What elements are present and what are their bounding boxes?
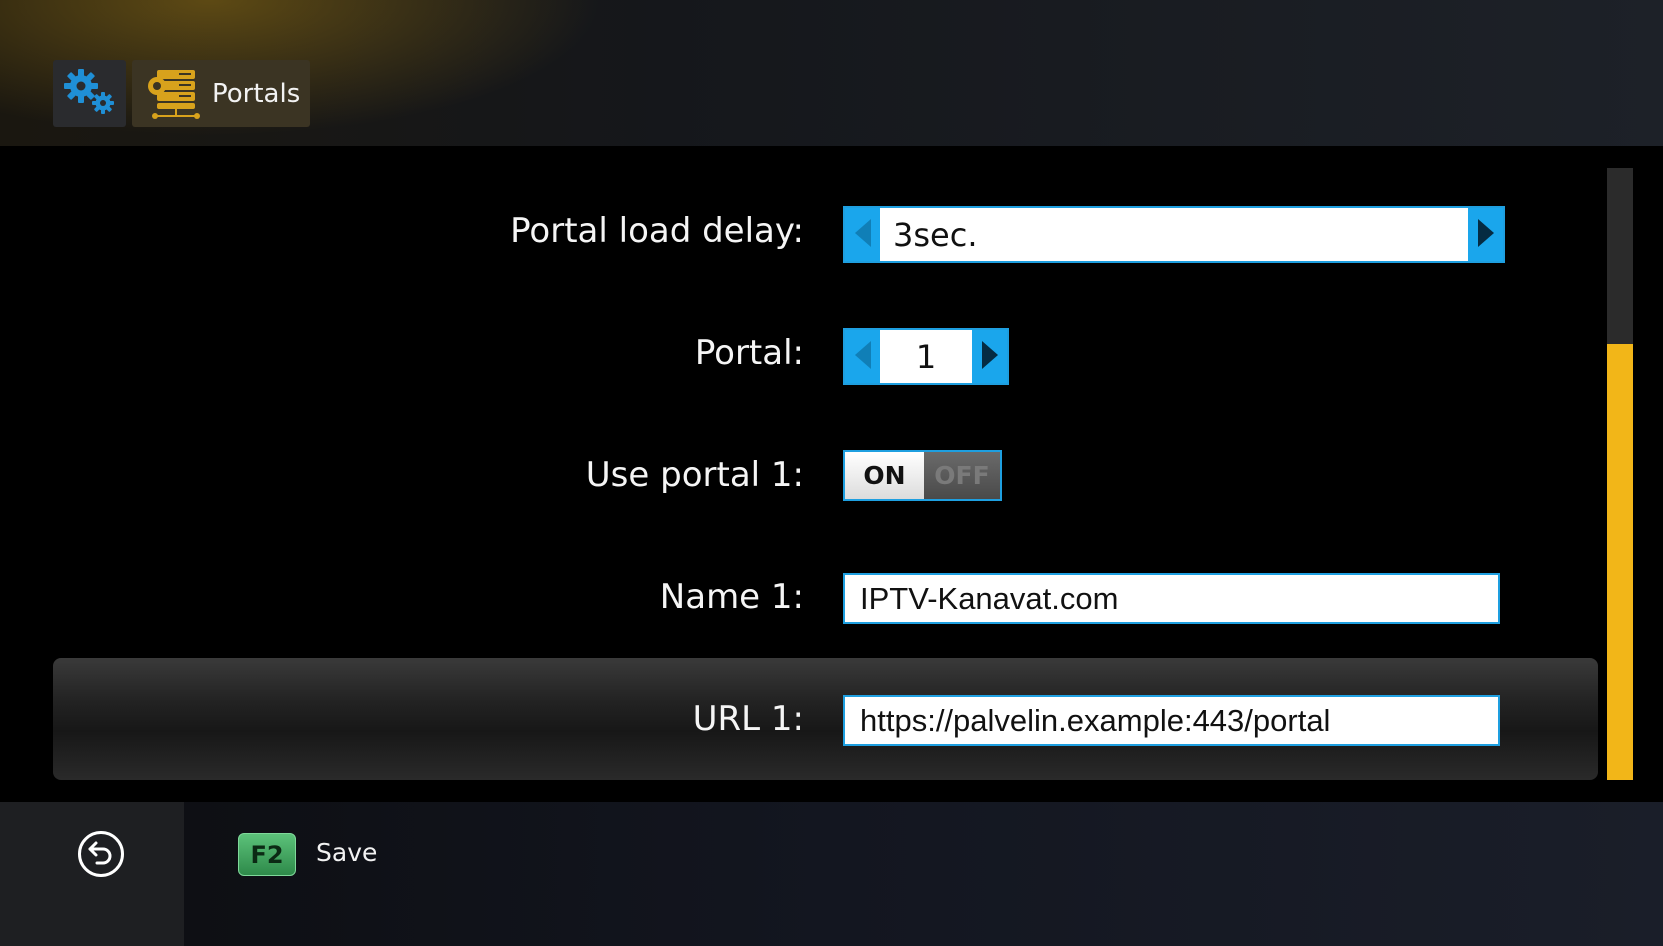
portal-spinner[interactable]: 1 (843, 328, 1009, 385)
arrow-left-icon (854, 218, 871, 251)
page-title: Portals (212, 78, 301, 109)
use-portal-toggle[interactable]: ON OFF (843, 450, 1002, 501)
portal-label: Portal: (694, 333, 804, 373)
breadcrumb-portals[interactable]: Portals (132, 60, 310, 127)
load-delay-decrease[interactable] (845, 208, 880, 261)
portal-decrease[interactable] (845, 330, 880, 383)
name-label: Name 1: (659, 577, 804, 617)
server-rack-icon (144, 68, 202, 120)
gears-icon (61, 66, 119, 122)
save-label[interactable]: Save (316, 838, 377, 867)
f2-key-badge[interactable]: F2 (238, 833, 296, 876)
back-arrow-icon (87, 839, 115, 869)
load-delay-label: Portal load delay: (510, 211, 804, 251)
use-portal-label: Use portal 1: (585, 455, 804, 495)
portal-value: 1 (915, 337, 937, 376)
arrow-right-icon (1477, 218, 1494, 251)
load-delay-increase[interactable] (1468, 208, 1503, 261)
breadcrumb-settings[interactable] (53, 60, 126, 127)
url-input[interactable]: https://palvelin.example:443/portal (843, 695, 1500, 746)
name-input[interactable]: IPTV-Kanavat.com (843, 573, 1500, 624)
arrow-right-icon (981, 340, 998, 373)
portal-increase[interactable] (972, 330, 1007, 383)
load-delay-spinner[interactable]: 3sec. (843, 206, 1505, 263)
arrow-left-icon (854, 340, 871, 373)
load-delay-value: 3sec. (893, 215, 978, 254)
url-label: URL 1: (692, 699, 804, 739)
toggle-on-option[interactable]: ON (845, 452, 924, 499)
scrollbar-thumb[interactable] (1607, 344, 1633, 780)
toggle-off-option[interactable]: OFF (924, 452, 1000, 499)
back-button[interactable] (78, 831, 124, 877)
